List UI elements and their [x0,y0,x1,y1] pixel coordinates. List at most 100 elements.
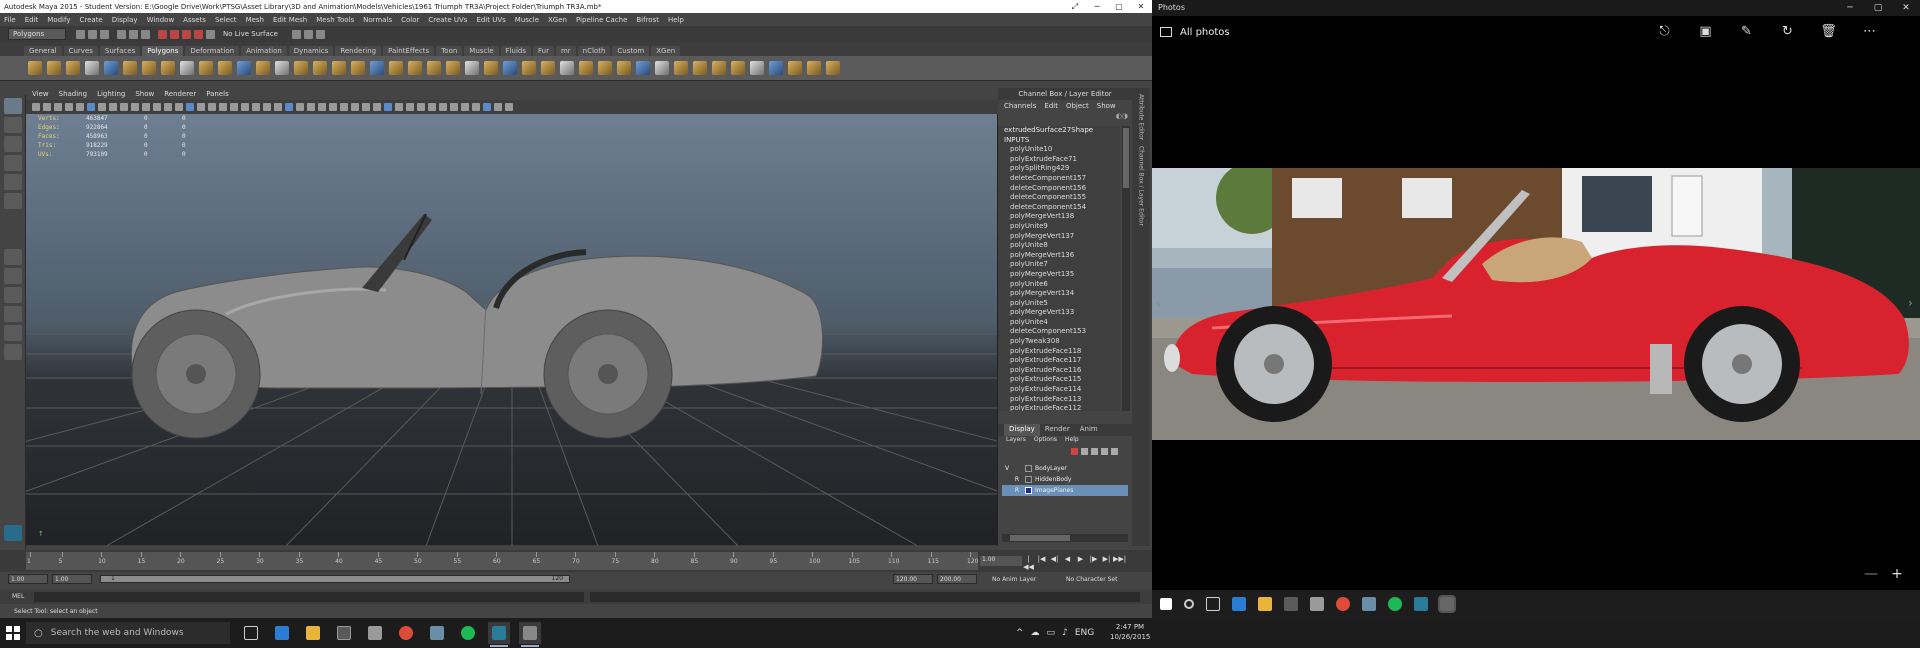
playback-button[interactable]: ▶| [1100,555,1113,571]
viewport-tool-icon[interactable] [98,103,106,111]
shelf-tab-ncloth[interactable]: nCloth [577,46,611,56]
viewport-tool-icon[interactable] [32,103,40,111]
menu-color[interactable]: Color [401,16,419,24]
layer-options-icon[interactable] [1111,448,1118,455]
render-icon[interactable] [291,29,301,39]
menu-modify[interactable]: Modify [47,16,70,24]
menu-set-select[interactable]: Polygons [8,28,66,40]
layer-color-swatch[interactable] [1025,465,1032,472]
shelf-tab-fluids[interactable]: Fluids [500,46,531,56]
tray-icon[interactable]: ENG [1075,628,1094,638]
clock[interactable]: 2:47 PM 10/26/2015 [1110,622,1150,642]
single-pane-layout-icon[interactable] [4,249,22,265]
shelf-platonic-icon[interactable] [237,61,251,75]
shelf-extract-icon[interactable] [294,61,308,75]
menu-bifrost[interactable]: Bifrost [636,16,659,24]
store-icon[interactable] [1284,597,1298,611]
shelf-merge-icon[interactable] [617,61,631,75]
viewport-tool-icon[interactable] [76,103,84,111]
viewport-tool-icon[interactable] [351,103,359,111]
viewport-tool-icon[interactable] [318,103,326,111]
viewport-tool-icon[interactable] [241,103,249,111]
menu-muscle[interactable]: Muscle [515,16,539,24]
layer-menu-options[interactable]: Options [1034,436,1057,446]
viewport-tool-icon[interactable] [417,103,425,111]
shelf-move-sew-icon[interactable] [807,61,821,75]
spotify-icon[interactable] [1388,597,1402,611]
viewport-menu-view[interactable]: View [32,90,49,98]
steam-button[interactable] [426,622,448,644]
maximize-button[interactable]: ▢ [1108,0,1130,13]
layer-row[interactable]: R HiddenBody [1002,474,1128,485]
shelf-tab-animation[interactable]: Animation [241,46,287,56]
menu-window[interactable]: Window [147,16,175,24]
shelf-sew-uv-icon[interactable] [788,61,802,75]
display-mode-icon[interactable]: ◐◑ [1116,112,1128,122]
file-explorer-button[interactable] [302,622,324,644]
rotate-tool-icon[interactable] [4,174,22,190]
viewport-tool-icon[interactable] [483,103,491,111]
menu-pipeline-cache[interactable]: Pipeline Cache [576,16,627,24]
viewport-tool-icon[interactable] [186,103,194,111]
photos-taskbar-icon[interactable] [1438,595,1456,613]
previous-photo-button[interactable]: ‹ [1156,296,1161,310]
menu-assets[interactable]: Assets [183,16,206,24]
rotate-icon[interactable]: ↻ [1767,24,1808,39]
shelf-tab-curves[interactable]: Curves [63,46,98,56]
viewport-tool-icon[interactable] [208,103,216,111]
viewport-tool-icon[interactable] [109,103,117,111]
shelf-offset-loop-icon[interactable] [465,61,479,75]
move-up-icon[interactable] [1091,448,1098,455]
viewport-tool-icon[interactable] [362,103,370,111]
history-node[interactable]: polyMergeVert134 [1004,289,1120,299]
open-scene-icon[interactable] [88,29,97,39]
shelf-tab-dynamics[interactable]: Dynamics [288,46,334,56]
history-node[interactable]: deleteComponent153 [1004,327,1120,337]
start-button[interactable] [6,626,20,640]
playback-start-field[interactable]: 1.00 [52,574,92,584]
car-photo[interactable] [1152,168,1920,440]
zoom-in-button[interactable]: + [1884,566,1910,582]
tray-icon[interactable]: ▭ [1047,628,1056,638]
history-node[interactable]: polyMergeVert133 [1004,308,1120,318]
shelf-split-icon[interactable] [427,61,441,75]
viewport-tool-icon[interactable] [43,103,51,111]
layer-menu-layers[interactable]: Layers [1006,436,1026,446]
two-pane-layout-icon[interactable] [4,287,22,303]
menu-edit-uvs[interactable]: Edit UVs [476,16,505,24]
shelf-cube-icon[interactable] [47,61,61,75]
collection-label[interactable]: All photos [1180,27,1230,38]
viewport-tool-icon[interactable] [274,103,282,111]
viewport-tool-icon[interactable] [384,103,392,111]
shelf-tab-painteffects[interactable]: PaintEffects [383,46,435,56]
viewport-menu-renderer[interactable]: Renderer [164,90,196,98]
maya-taskbar-icon[interactable] [1414,597,1428,611]
history-node[interactable]: polySplitRing429 [1004,164,1120,174]
shelf-uv-editor-icon[interactable] [674,61,688,75]
menu-create-uvs[interactable]: Create UVs [428,16,467,24]
history-node[interactable]: polyExtrudeFace113 [1004,395,1120,405]
viewport-tool-icon[interactable] [142,103,150,111]
history-node[interactable]: polyExtrudeFace115 [1004,375,1120,385]
viewport-tool-icon[interactable] [252,103,260,111]
snap-plane-icon[interactable] [194,29,203,39]
history-node[interactable]: polyExtrudeFace71 [1004,155,1120,165]
history-node[interactable]: deleteComponent154 [1004,203,1120,213]
select-tool-icon[interactable] [4,98,22,114]
save-scene-icon[interactable] [100,29,109,39]
menu-xgen[interactable]: XGen [548,16,567,24]
playback-button[interactable]: ◀| [1048,555,1061,571]
channel-menu-channels[interactable]: Channels [1004,102,1036,110]
lasso-tool-icon[interactable] [4,117,22,133]
viewport-tool-icon[interactable] [175,103,183,111]
shelf-planar-map-icon[interactable] [693,61,707,75]
character-set-select[interactable]: No Character Set [1066,575,1117,585]
shelf-tab-deformation[interactable]: Deformation [185,46,240,56]
shelf-cylindrical-map-icon[interactable] [712,61,726,75]
side-tab-0[interactable]: Attribute Editor [1138,94,1145,140]
layer-color-swatch[interactable] [1025,476,1032,483]
viewport-tool-icon[interactable] [439,103,447,111]
viewport-tool-icon[interactable] [120,103,128,111]
viewport-tool-icon[interactable] [285,103,293,111]
snap-grid-icon[interactable] [158,29,167,39]
